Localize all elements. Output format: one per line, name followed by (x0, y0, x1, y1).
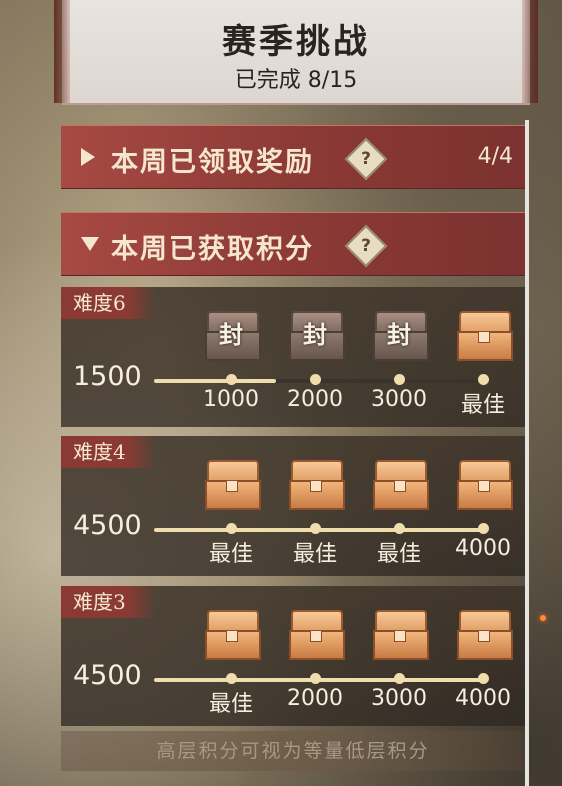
milestone-node (226, 374, 237, 385)
footer-note: 高层积分可视为等量低层积分 (61, 731, 525, 771)
tier-score: 4500 (73, 510, 142, 541)
help-icon[interactable]: ? (344, 137, 388, 181)
milestone-node (478, 673, 489, 684)
difficulty-label: 难度4 (61, 436, 156, 468)
treasure-chest-icon[interactable] (289, 454, 345, 514)
milestone-node (310, 523, 321, 534)
chest-lock-icon (310, 480, 322, 492)
milestone-node (478, 374, 489, 385)
milestone-label: 最佳 (460, 393, 505, 418)
tier-score: 4500 (73, 660, 142, 691)
milestone-label: 4000 (455, 536, 511, 561)
milestone-label: 最佳 (376, 542, 421, 567)
treasure-chest-icon[interactable] (373, 604, 429, 664)
chest-lock-icon (226, 480, 238, 492)
treasure-chest-icon[interactable] (457, 604, 513, 664)
seal-mark: 封 (387, 320, 411, 349)
milestone-label: 4000 (455, 686, 511, 711)
milestone-label: 最佳 (292, 542, 337, 567)
sealed-chest-icon[interactable]: 封 (373, 305, 429, 365)
chest-lock-icon (394, 630, 406, 642)
tier-score: 1500 (73, 361, 142, 392)
expand-arrow-icon (81, 148, 95, 166)
section-label: 本周已领取奖励 (111, 147, 314, 178)
treasure-chest-icon[interactable] (205, 454, 261, 514)
milestone-node (310, 673, 321, 684)
milestone-label: 3000 (371, 387, 427, 412)
milestone-node (226, 673, 237, 684)
chest-lock-icon (310, 630, 322, 642)
section-weekly-points-earned[interactable]: 本周已获取积分 ? (61, 212, 525, 276)
progress-fill (154, 379, 277, 383)
milestone-label: 最佳 (208, 692, 253, 717)
difficulty-label: 难度6 (61, 287, 156, 319)
seal-mark: 封 (219, 320, 243, 349)
milestone-node (394, 374, 405, 385)
sealed-chest-icon[interactable]: 封 (205, 305, 261, 365)
milestone-label: 3000 (371, 686, 427, 711)
milestone-node (226, 523, 237, 534)
chest-lock-icon (478, 480, 490, 492)
rewards-count: 4/4 (477, 144, 513, 169)
ember-decoration (540, 615, 546, 621)
treasure-chest-icon[interactable] (205, 604, 261, 664)
chest-lock-icon (226, 630, 238, 642)
treasure-chest-icon[interactable] (289, 604, 345, 664)
treasure-chest-icon[interactable] (457, 454, 513, 514)
milestone-node (310, 374, 321, 385)
milestone-node (394, 523, 405, 534)
difficulty-tier: 难度4 4500 最佳 最佳 最佳 4000 (61, 436, 525, 576)
milestone-label: 1000 (203, 387, 259, 412)
collapse-arrow-icon (81, 237, 99, 251)
milestone-label: 最佳 (208, 542, 253, 567)
scrollbar[interactable] (525, 120, 529, 786)
difficulty-tier: 难度3 4500 最佳 2000 3000 4000 (61, 586, 525, 726)
page-title: 赛季挑战 (222, 22, 370, 62)
completion-progress: 已完成 8/15 (234, 68, 358, 93)
milestone-label: 2000 (287, 686, 343, 711)
help-icon[interactable]: ? (344, 224, 388, 268)
chest-lock-icon (394, 480, 406, 492)
chest-lock-icon (478, 630, 490, 642)
chest-lock-icon (478, 331, 490, 343)
difficulty-label: 难度3 (61, 586, 156, 618)
milestone-label: 2000 (287, 387, 343, 412)
section-weekly-rewards-claimed[interactable]: 本周已领取奖励 ? 4/4 (61, 125, 525, 189)
difficulty-tier: 难度6 1500 封 1000 封 2000 封 3000 最佳 (61, 287, 525, 427)
treasure-chest-icon[interactable] (373, 454, 429, 514)
sealed-chest-icon[interactable]: 封 (289, 305, 345, 365)
season-challenge-header: 赛季挑战 已完成 8/15 (54, 0, 538, 105)
milestone-node (394, 673, 405, 684)
milestone-node (478, 523, 489, 534)
seal-mark: 封 (303, 320, 327, 349)
treasure-chest-icon[interactable] (457, 305, 513, 365)
section-label: 本周已获取积分 (111, 234, 314, 265)
